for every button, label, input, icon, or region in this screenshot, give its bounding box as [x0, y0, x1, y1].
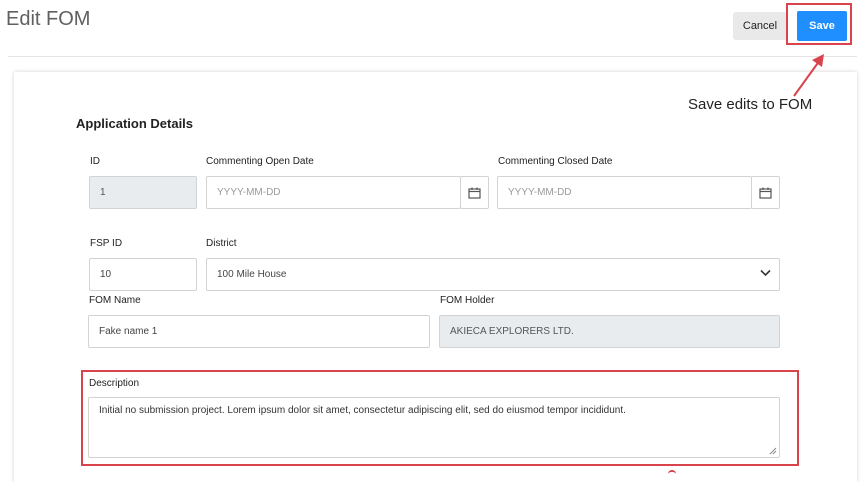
- description-label: Description: [89, 378, 140, 389]
- chevron-down-icon: [760, 269, 771, 277]
- page-title: Edit FOM: [6, 8, 91, 30]
- open-date-calendar-button[interactable]: [460, 176, 489, 209]
- calendar-icon: [759, 187, 772, 199]
- save-highlight-box: [786, 3, 852, 45]
- commenting-closed-date-input[interactable]: YYYY-MM-DD: [497, 176, 752, 209]
- arrow-icon: [793, 54, 824, 97]
- fsp-id-input[interactable]: 10: [89, 258, 197, 291]
- commenting-open-date-label: Commenting Open Date: [206, 156, 314, 167]
- district-selected-value: 100 Mile House: [217, 269, 287, 280]
- header-divider: [8, 56, 857, 57]
- district-select[interactable]: 100 Mile House: [206, 258, 780, 291]
- fom-holder-field: AKIECA EXPLORERS LTD.: [439, 315, 780, 348]
- description-textarea[interactable]: Initial no submission project. Lorem ips…: [88, 397, 780, 458]
- id-field: 1: [89, 176, 197, 209]
- fom-name-input[interactable]: Fake name 1: [88, 315, 430, 348]
- cancel-button[interactable]: Cancel: [733, 12, 787, 40]
- calendar-icon: [468, 187, 481, 199]
- district-label: District: [206, 238, 237, 249]
- section-title: Application Details: [76, 116, 194, 131]
- save-callout-text: Save edits to FOM: [688, 96, 813, 113]
- fom-name-label: FOM Name: [89, 295, 141, 306]
- commenting-open-date-input[interactable]: YYYY-MM-DD: [206, 176, 461, 209]
- fom-holder-label: FOM Holder: [440, 295, 495, 306]
- closed-date-calendar-button[interactable]: [751, 176, 780, 209]
- fsp-id-label: FSP ID: [90, 238, 123, 249]
- description-text: Initial no submission project. Lorem ips…: [99, 405, 626, 416]
- resize-grip-icon[interactable]: [769, 447, 777, 455]
- annotation-mark: [668, 470, 676, 478]
- commenting-closed-date-label: Commenting Closed Date: [498, 156, 613, 167]
- id-label: ID: [90, 156, 100, 167]
